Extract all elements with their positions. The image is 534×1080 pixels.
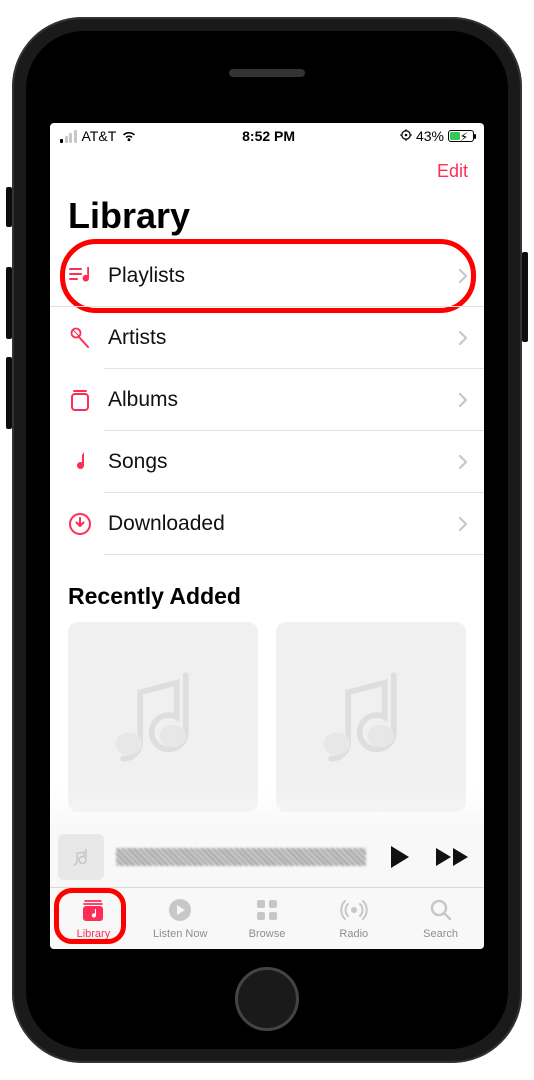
now-playing-bar[interactable] xyxy=(50,825,484,887)
row-label: Songs xyxy=(108,450,458,474)
row-label: Artists xyxy=(108,326,458,350)
battery-pct-label: 43% xyxy=(416,128,444,144)
tab-label: Listen Now xyxy=(153,928,207,940)
tab-label: Radio xyxy=(339,928,368,940)
row-albums[interactable]: Albums xyxy=(50,369,484,431)
row-artists[interactable]: Artists xyxy=(50,307,484,369)
download-icon xyxy=(62,511,98,537)
tab-label: Search xyxy=(423,928,458,940)
wifi-icon xyxy=(121,130,137,142)
chevron-right-icon xyxy=(458,454,468,470)
tab-label: Library xyxy=(77,928,111,940)
tab-listen-now[interactable]: Listen Now xyxy=(137,888,224,949)
library-tab-icon xyxy=(79,897,107,926)
home-button[interactable] xyxy=(235,967,299,1031)
tab-radio[interactable]: Radio xyxy=(310,888,397,949)
signal-icon xyxy=(60,130,77,143)
chevron-right-icon xyxy=(458,392,468,408)
microphone-icon xyxy=(62,325,98,351)
tab-label: Browse xyxy=(249,928,286,940)
carrier-label: AT&T xyxy=(82,128,117,144)
album-placeholder[interactable] xyxy=(276,622,466,812)
app-screen: AT&T 8:52 PM 43% ⚡︎ xyxy=(50,123,484,949)
row-playlists[interactable]: Playlists xyxy=(50,245,484,307)
now-playing-title xyxy=(116,848,366,866)
row-downloaded[interactable]: Downloaded xyxy=(50,493,484,555)
play-circle-icon xyxy=(166,897,194,926)
recently-added-grid xyxy=(50,622,484,812)
tab-bar: Library Listen Now Browse xyxy=(50,887,484,949)
tab-search[interactable]: Search xyxy=(397,888,484,949)
edit-button[interactable]: Edit xyxy=(437,161,468,182)
tab-browse[interactable]: Browse xyxy=(224,888,311,949)
clock-label: 8:52 PM xyxy=(242,128,295,144)
row-label: Albums xyxy=(108,388,458,412)
search-icon xyxy=(427,897,455,926)
location-icon xyxy=(400,129,412,144)
album-icon xyxy=(62,387,98,413)
battery-icon: ⚡︎ xyxy=(448,130,474,142)
row-songs[interactable]: Songs xyxy=(50,431,484,493)
playlist-icon xyxy=(62,263,98,289)
chevron-right-icon xyxy=(458,268,468,284)
row-label: Downloaded xyxy=(108,512,458,536)
library-list: Playlists Artists xyxy=(50,245,484,555)
forward-button[interactable] xyxy=(434,846,470,868)
radio-icon xyxy=(340,897,368,926)
now-playing-artwork xyxy=(58,834,104,880)
album-placeholder[interactable] xyxy=(68,622,258,812)
chevron-right-icon xyxy=(458,330,468,346)
grid-icon xyxy=(253,897,281,926)
recently-added-title: Recently Added xyxy=(50,555,484,622)
nav-bar: Edit xyxy=(50,149,484,193)
chevron-right-icon xyxy=(458,516,468,532)
tab-library[interactable]: Library xyxy=(50,888,137,949)
music-note-icon xyxy=(62,449,98,475)
status-bar: AT&T 8:52 PM 43% ⚡︎ xyxy=(50,123,484,149)
play-button[interactable] xyxy=(388,844,412,870)
row-label: Playlists xyxy=(108,264,458,288)
page-title: Library xyxy=(50,193,484,245)
